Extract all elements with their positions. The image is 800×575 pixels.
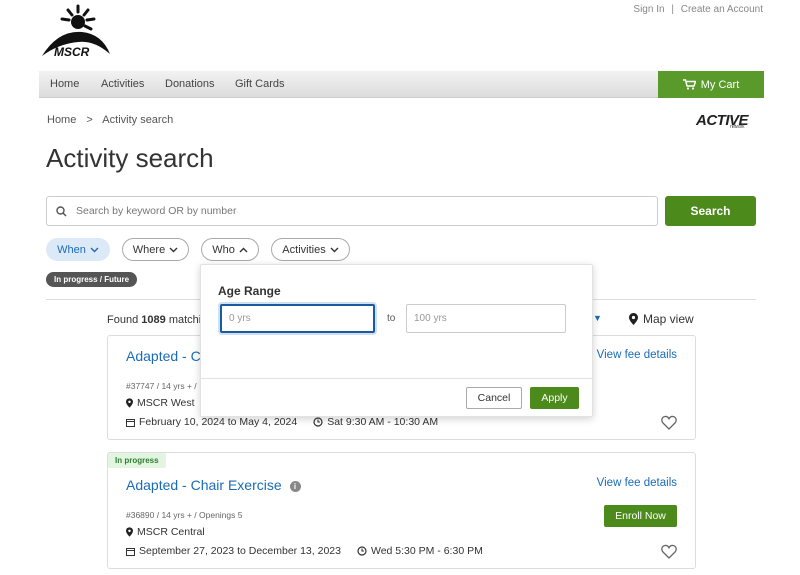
date-range: February 10, 2024 to May 4, 2024 — [139, 416, 298, 428]
top-links: Sign In | Create an Account — [633, 4, 763, 15]
breadcrumb-sep: > — [86, 114, 93, 126]
time-range: Wed 5:30 PM - 6:30 PM — [370, 545, 483, 557]
heart-icon[interactable] — [661, 415, 677, 430]
chevron-down-icon — [330, 247, 339, 252]
search-button[interactable]: Search — [665, 196, 756, 226]
activity-location: MSCR West — [126, 397, 195, 409]
activity-location: MSCR Central — [126, 526, 205, 538]
time-range: Sat 9:30 AM - 10:30 AM — [327, 416, 439, 428]
apply-button[interactable]: Apply — [530, 387, 579, 409]
nav-gift-cards[interactable]: Gift Cards — [235, 78, 285, 90]
chevron-down-icon — [169, 247, 178, 252]
activity-schedule: September 27, 2023 to December 13, 2023 … — [126, 545, 483, 557]
who-label: Who — [212, 243, 235, 256]
activities-filter[interactable]: Activities — [271, 238, 350, 261]
active-network-logo: ACTIVE network — [696, 112, 749, 130]
clock-icon — [313, 417, 323, 427]
activities-label: Activities — [282, 243, 326, 256]
activity-meta: #36890 / 14 yrs + / Openings 5 — [126, 510, 243, 520]
search-icon — [56, 205, 67, 217]
map-view-link[interactable]: Map view — [629, 312, 694, 326]
where-label: Where — [132, 243, 166, 256]
in-progress-badge: In progress — [108, 453, 166, 468]
calendar-icon — [126, 418, 135, 427]
search-input[interactable]: Search by keyword OR by number — [46, 196, 658, 226]
activity-title[interactable]: Adapted - Chair Exercise — [126, 477, 282, 493]
info-icon[interactable]: i — [289, 480, 301, 492]
active-logo-sub: network — [730, 124, 745, 130]
activity-title[interactable]: Adapted - C — [126, 348, 201, 364]
cancel-button[interactable]: Cancel — [466, 387, 522, 409]
activity-meta: #37747 / 14 yrs + / — [126, 381, 197, 391]
nav-donations[interactable]: Donations — [165, 78, 215, 90]
activity-title-row: Adapted - Chair Exercise i — [126, 477, 301, 493]
activity-schedule: February 10, 2024 to May 4, 2024 Sat 9:3… — [126, 416, 438, 428]
calendar-icon — [126, 547, 135, 556]
create-account-link[interactable]: Create an Account — [681, 4, 763, 15]
to-label: to — [387, 313, 396, 324]
view-fee-details-link[interactable]: View fee details — [597, 349, 677, 361]
map-pin-icon — [126, 398, 133, 408]
map-view-label: Map view — [643, 312, 694, 326]
view-fee-details-link[interactable]: View fee details — [597, 477, 677, 489]
location-text: MSCR Central — [137, 526, 205, 538]
popover-divider — [201, 378, 592, 379]
max-age-placeholder: 100 yrs — [414, 313, 447, 324]
separator: | — [671, 4, 674, 15]
main-nav: Home Activities Donations Gift Cards My … — [39, 71, 764, 98]
who-filter[interactable]: Who — [201, 238, 259, 261]
where-filter[interactable]: Where — [122, 238, 189, 261]
nav-home[interactable]: Home — [50, 78, 79, 90]
breadcrumb: Home > Activity search — [47, 114, 173, 126]
sort-chevron-icon[interactable]: ▼ — [593, 313, 602, 323]
activity-card: In progress Adapted - Chair Exercise i V… — [107, 452, 696, 569]
found-count: 1089 — [141, 314, 166, 326]
my-cart-button[interactable]: My Cart — [658, 71, 764, 98]
cart-icon — [682, 79, 696, 90]
age-range-popover: Age Range 0 yrs to 100 yrs Cancel Apply — [200, 264, 593, 417]
min-age-input[interactable]: 0 yrs — [220, 304, 375, 333]
cart-label: My Cart — [700, 78, 740, 91]
nav-activities[interactable]: Activities — [101, 78, 144, 90]
chevron-up-icon — [239, 247, 248, 252]
heart-icon[interactable] — [661, 544, 677, 559]
map-pin-icon — [629, 313, 638, 325]
search-placeholder: Search by keyword OR by number — [76, 205, 237, 217]
results-count: Found 1089 matchin — [107, 314, 207, 326]
enroll-now-button[interactable]: Enroll Now — [604, 505, 677, 527]
popover-title: Age Range — [218, 284, 281, 298]
min-age-placeholder: 0 yrs — [229, 313, 251, 324]
when-filter[interactable]: When — [46, 238, 110, 261]
breadcrumb-home[interactable]: Home — [47, 114, 76, 126]
location-text: MSCR West — [137, 397, 195, 409]
logo-text: MSCR — [54, 45, 90, 59]
page-title: Activity search — [46, 143, 214, 173]
date-range: September 27, 2023 to December 13, 2023 — [139, 545, 341, 557]
chevron-down-icon — [90, 247, 99, 252]
clock-icon — [357, 546, 367, 556]
mscr-logo[interactable]: MSCR — [38, 4, 114, 62]
breadcrumb-current: Activity search — [102, 114, 174, 126]
max-age-input[interactable]: 100 yrs — [406, 304, 566, 333]
map-pin-icon — [126, 527, 133, 537]
status-filter-tag[interactable]: In progress / Future — [46, 272, 138, 287]
when-label: When — [57, 243, 86, 256]
sign-in-link[interactable]: Sign In — [633, 4, 664, 15]
found-prefix: Found — [107, 314, 139, 326]
